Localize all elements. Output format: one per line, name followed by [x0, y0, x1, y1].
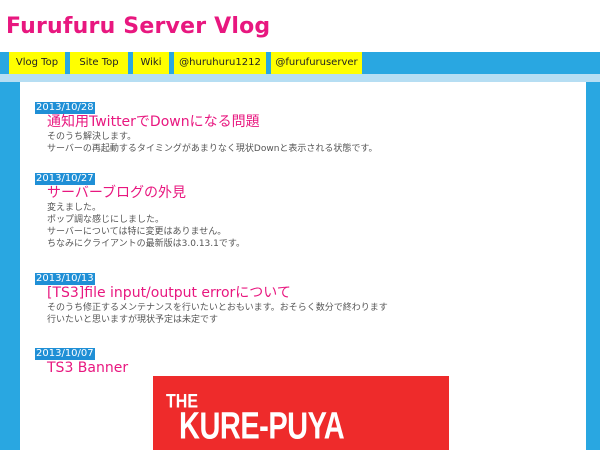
post-body-line: ちなみにクライアントの最新版は3.0.13.1です。: [47, 239, 245, 249]
post: 2013/10/28 通知用TwitterでDownになる問題 そのうち解決しま…: [35, 95, 378, 155]
post: 2013/10/27 サーバーブログの外見 変えました。 ポップ調な感じにしまし…: [35, 166, 245, 250]
post: 2013/10/13 [TS3]file input/output errorに…: [35, 266, 388, 326]
post-body-line: そのうち解決します。: [47, 132, 137, 142]
post-body-line: そのうち修正するメンテナンスを行いたいとおもいます。おそらく数分で終わります: [47, 303, 388, 313]
post-body-line: ポップ調な感じにしました。: [47, 215, 165, 225]
post-title-link[interactable]: [TS3]file input/output errorについて: [47, 285, 388, 302]
post-date: 2013/10/27: [35, 173, 95, 185]
post-body-line: サーバーの再起動するタイミングがあまりなく現状Downと表示される状態です。: [47, 144, 378, 154]
post-title-link[interactable]: 通知用TwitterでDownになる問題: [47, 114, 378, 131]
post-body-line: サーバーについては特に変更はありません。: [47, 227, 227, 237]
post-date: 2013/10/28: [35, 102, 95, 114]
post-body-line: 変えました。: [47, 203, 102, 213]
nav-twitter-furufuruserver[interactable]: @furufuruserver: [271, 52, 362, 74]
banner-text-main: KURE-PUYA: [179, 406, 345, 448]
left-border: [0, 82, 20, 450]
main-content: 2013/10/28 通知用TwitterでDownになる問題 そのうち解決しま…: [20, 82, 586, 450]
nav-vlog-top[interactable]: Vlog Top: [9, 52, 65, 74]
ts3-banner-image: THE KURE-PUYA: [153, 376, 449, 450]
nav-site-top[interactable]: Site Top: [70, 52, 128, 74]
nav-bar-underline: [0, 74, 600, 82]
nav-twitter-huruhuru1212[interactable]: @huruhuru1212: [174, 52, 266, 74]
scrollbar-area[interactable]: [586, 82, 600, 450]
post-title-link[interactable]: サーバーブログの外見: [47, 185, 245, 202]
site-title[interactable]: Furufuru Server Vlog: [6, 14, 270, 39]
nav-wiki[interactable]: Wiki: [133, 52, 169, 74]
post-date: 2013/10/07: [35, 348, 95, 360]
post: 2013/10/07 TS3 Banner: [35, 341, 128, 377]
post-body-line: 行いたいと思いますが現状予定は未定です: [47, 315, 219, 325]
post-title-link[interactable]: TS3 Banner: [47, 360, 128, 377]
post-date: 2013/10/13: [35, 273, 95, 285]
